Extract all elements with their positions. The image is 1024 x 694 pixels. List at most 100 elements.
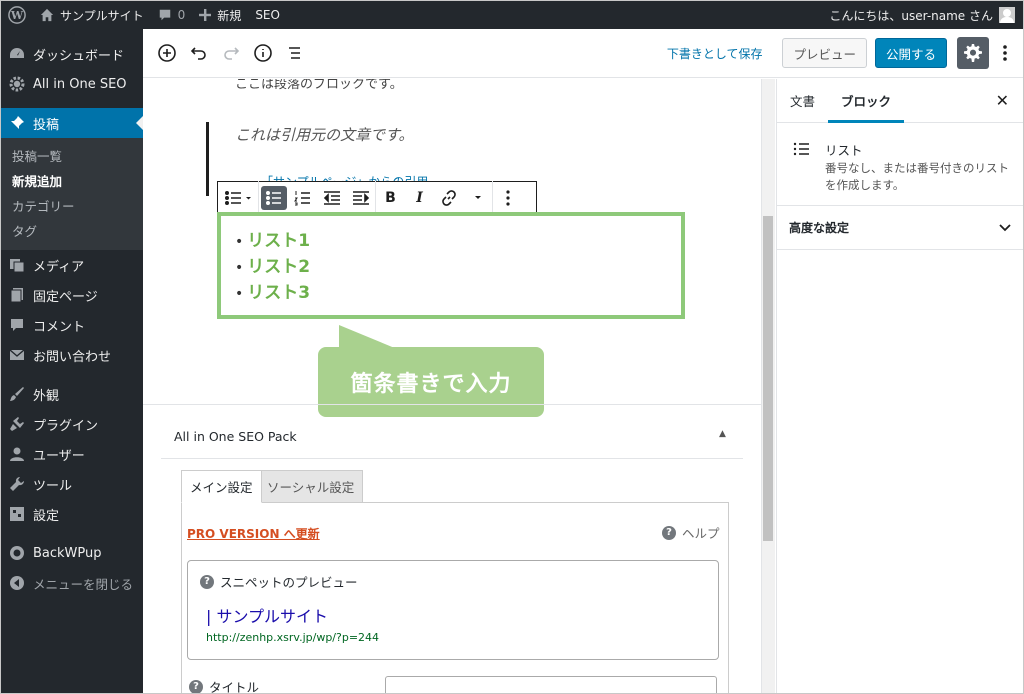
sidebar-item-label: メニューを閉じる xyxy=(33,576,134,592)
sidebar-item-users[interactable]: ユーザー xyxy=(1,439,143,469)
tab-main-settings[interactable]: メイン設定 xyxy=(181,470,262,503)
seo-link[interactable]: SEO xyxy=(248,1,287,29)
sidebar-item-aioseo[interactable]: All in One SEO xyxy=(1,69,143,99)
save-draft-button[interactable]: 下書きとして保存 xyxy=(667,45,763,62)
close-icon[interactable]: ✕ xyxy=(996,91,1009,110)
undo-button[interactable] xyxy=(183,37,215,69)
more-rich-text-button[interactable] xyxy=(463,182,492,213)
sidebar-item-label: ツール xyxy=(33,478,73,494)
sidebar-item-plugins[interactable]: プラグイン xyxy=(1,409,143,439)
question-icon[interactable]: ? xyxy=(200,574,214,589)
indent-icon xyxy=(352,190,369,205)
sidebar-item-posts[interactable]: 投稿 xyxy=(1,108,143,138)
content-info-button[interactable] xyxy=(247,37,279,69)
tab-document[interactable]: 文書 xyxy=(777,79,828,123)
collapse-icon xyxy=(9,575,25,591)
sidebar-item-label: 外観 xyxy=(33,388,60,404)
sidebar-item-label: コメント xyxy=(33,319,86,335)
sidebar-item-settings[interactable]: 設定 xyxy=(1,499,143,529)
sidebar-item-media[interactable]: メディア xyxy=(1,250,143,280)
advanced-settings-label: 高度な設定 xyxy=(789,221,850,235)
plugin-icon xyxy=(9,416,25,432)
wordpress-logo-icon[interactable]: W xyxy=(1,1,33,29)
list-view-icon xyxy=(289,47,300,59)
site-name: サンプルサイト xyxy=(60,8,144,23)
list-icon xyxy=(793,141,811,161)
sidebar-item-pages[interactable]: 固定ページ xyxy=(1,280,143,310)
sidebar-item-contact[interactable]: お問い合わせ xyxy=(1,340,143,370)
aioseo-settings-panel: PRO VERSION へ更新 ? ヘルプ ? スニペットのプレビュー | サン… xyxy=(181,502,729,693)
block-more-options-button[interactable] xyxy=(493,182,522,213)
gear-icon xyxy=(9,76,25,92)
page-icon xyxy=(9,287,25,303)
plus-icon xyxy=(199,9,212,21)
site-name-link[interactable]: サンプルサイト xyxy=(33,1,151,29)
block-name: リスト xyxy=(825,143,863,158)
sidebar-item-label: ユーザー xyxy=(33,448,85,464)
more-vertical-icon xyxy=(505,189,510,206)
block-type-switcher[interactable] xyxy=(218,182,258,213)
block-navigation-button[interactable] xyxy=(279,37,311,69)
collapse-menu-button[interactable]: メニューを閉じる xyxy=(1,568,143,598)
italic-icon: I xyxy=(416,189,423,206)
list-item[interactable]: • リスト1 xyxy=(235,229,681,255)
quote-border xyxy=(206,122,209,196)
list-item-text: リスト2 xyxy=(247,257,311,277)
gear-icon xyxy=(964,44,982,62)
redo-button[interactable] xyxy=(215,37,247,69)
indent-button[interactable] xyxy=(346,182,375,213)
new-content-link[interactable]: 新規 xyxy=(192,1,248,29)
submenu-item-all-posts[interactable]: 投稿一覧 xyxy=(1,144,143,169)
greeting[interactable]: こんにちは、user-name さん xyxy=(829,7,993,24)
outdent-button[interactable] xyxy=(317,182,346,213)
title-input[interactable] xyxy=(385,676,717,693)
quote-block-text[interactable]: これは引用元の文章です。 xyxy=(235,124,414,145)
preview-button[interactable]: プレビュー xyxy=(782,38,867,68)
sidebar-item-label: メディア xyxy=(33,259,85,275)
link-icon xyxy=(441,189,456,206)
publish-button[interactable]: 公開する xyxy=(874,38,947,68)
collapse-arrow-icon[interactable]: ▲ xyxy=(719,429,726,439)
bold-button[interactable]: B xyxy=(376,182,405,213)
more-menu-button[interactable] xyxy=(993,37,1017,69)
question-icon[interactable]: ? xyxy=(189,679,203,693)
link-button[interactable] xyxy=(434,182,463,213)
aioseo-metabox-title[interactable]: All in One SEO Pack xyxy=(174,429,297,444)
submenu-item-categories[interactable]: カテゴリー xyxy=(1,194,143,219)
outdent-icon xyxy=(323,190,340,205)
wrench-icon xyxy=(9,476,25,492)
sidebar-item-backwpup[interactable]: BackWPup xyxy=(1,538,143,568)
screenshot-frame: W サンプルサイト 0 新規 SEO こんにちは、user-name さん ダッ… xyxy=(0,0,1024,694)
submenu-item-add-new[interactable]: 新規追加 xyxy=(1,169,143,194)
list-block[interactable]: • リスト1 • リスト2 • リスト3 xyxy=(217,212,685,319)
sidebar-item-dashboard[interactable]: ダッシュボード xyxy=(1,39,143,69)
editor-canvas: ここは段落のブロックです。 これは引用元の文章です。 「サンプルページ」からの引… xyxy=(143,79,761,693)
sidebar-item-label: お問い合わせ xyxy=(33,349,112,365)
help-link[interactable]: ? ヘルプ xyxy=(662,523,720,542)
pro-version-link[interactable]: PRO VERSION へ更新 xyxy=(187,525,320,542)
sidebar-item-comments[interactable]: コメント xyxy=(1,310,143,340)
tab-social-settings[interactable]: ソーシャル設定 xyxy=(258,470,364,503)
tab-block[interactable]: ブロック xyxy=(828,79,905,123)
comments-link[interactable]: 0 xyxy=(151,1,193,29)
ordered-list-button[interactable] xyxy=(288,182,317,213)
bullet-icon: • xyxy=(235,234,244,250)
avatar[interactable] xyxy=(999,7,1015,23)
settings-toggle-button[interactable] xyxy=(957,37,989,69)
unordered-list-button[interactable] xyxy=(259,182,288,213)
italic-button[interactable]: I xyxy=(405,182,434,213)
metabox-divider xyxy=(143,404,761,405)
sidebar-item-tools[interactable]: ツール xyxy=(1,469,143,499)
settings-sidebar: 文書 ブロック ✕ リスト 番号なし、または番号付きのリストを作成します。 高度… xyxy=(776,79,1023,693)
settings-tabs: 文書 ブロック ✕ xyxy=(777,79,1023,123)
paragraph-block[interactable]: ここは段落のブロックです。 xyxy=(235,79,403,92)
list-type-icon xyxy=(224,190,251,205)
advanced-settings-toggle[interactable]: 高度な設定 xyxy=(777,206,1023,250)
list-item[interactable]: • リスト3 xyxy=(235,281,681,307)
sidebar-item-label: プラグイン xyxy=(33,418,99,434)
submenu-item-tags[interactable]: タグ xyxy=(1,219,143,244)
sidebar-item-appearance[interactable]: 外観 xyxy=(1,379,143,409)
list-item[interactable]: • リスト2 xyxy=(235,255,681,281)
add-block-button[interactable] xyxy=(151,37,183,69)
editor-scrollbar-thumb[interactable] xyxy=(763,216,773,541)
